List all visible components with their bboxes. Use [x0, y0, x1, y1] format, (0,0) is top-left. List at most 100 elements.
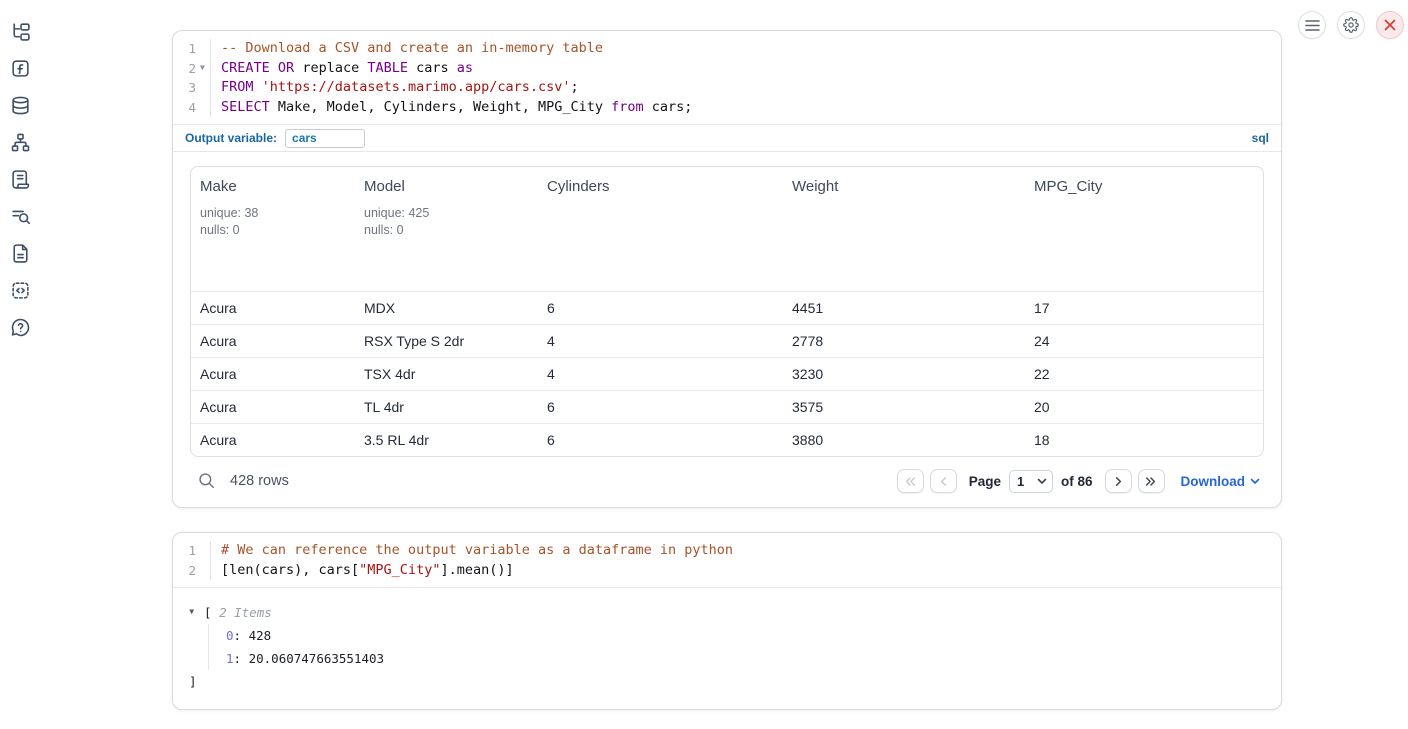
- code-line: 2[len(cars), cars["MPG_City"].mean()]: [173, 561, 1281, 581]
- table-cell: 22: [1025, 366, 1263, 382]
- output-variable-row: Output variable: sql: [173, 124, 1281, 151]
- column-stats: unique: 38nulls: 0: [200, 205, 355, 239]
- table-row: Acura3.5 RL 4dr6388018: [191, 423, 1263, 456]
- output-variable-input[interactable]: [285, 129, 365, 148]
- marimo-notebook-page: { "colors": { "hist_green": "#177a5c", "…: [0, 0, 1408, 729]
- datasources-icon[interactable]: [10, 94, 32, 116]
- column-header[interactable]: MPG_City: [1025, 167, 1263, 291]
- table-cell: 4: [538, 333, 783, 349]
- table-cell: Acura: [191, 366, 355, 382]
- page-select-value: 1: [1017, 474, 1024, 489]
- table-cell: Acura: [191, 399, 355, 415]
- result-tree: ▼[ 2 Items 0: 4281: 20.060747663551403 ]: [173, 588, 1281, 709]
- code-line: 2▼CREATE OR replace TABLE cars as: [173, 59, 1281, 79]
- table-cell: TL 4dr: [355, 399, 538, 415]
- notebook-action-buttons: [1298, 11, 1404, 39]
- column-name: Make: [200, 178, 355, 195]
- page-count-label: of 86: [1061, 474, 1093, 489]
- table-cell: 6: [538, 300, 783, 316]
- table-cell: Acura: [191, 300, 355, 316]
- file-tree-icon[interactable]: [10, 20, 32, 42]
- helper-panel-sidebar: [10, 20, 36, 338]
- tree-entry: 1: 20.060747663551403: [226, 647, 1265, 670]
- code-line: 1# We can reference the output variable …: [173, 541, 1281, 561]
- line-number: 1: [188, 39, 196, 59]
- table-cell: Acura: [191, 333, 355, 349]
- first-page-button[interactable]: [897, 469, 924, 493]
- variables-icon[interactable]: [10, 57, 32, 79]
- help-icon[interactable]: [10, 316, 32, 338]
- table-row: AcuraRSX Type S 2dr4277824: [191, 324, 1263, 357]
- documentation-icon[interactable]: [10, 242, 32, 264]
- dependency-graph-icon[interactable]: [10, 131, 32, 153]
- chevron-down-icon: [1250, 478, 1260, 485]
- table-body: AcuraMDX6445117AcuraRSX Type S 2dr427782…: [191, 291, 1263, 456]
- page-label: Page: [969, 474, 1001, 489]
- column-header[interactable]: Weight: [783, 167, 1025, 291]
- settings-gear-icon[interactable]: [1337, 11, 1365, 39]
- language-badge: sql: [1252, 131, 1269, 145]
- close-bracket: ]: [189, 670, 1265, 693]
- output-variable-label: Output variable:: [185, 131, 277, 145]
- tree-entry-value: 428: [249, 628, 272, 643]
- chevron-down-icon: [1037, 478, 1047, 485]
- fold-chevron-icon[interactable]: ▼: [198, 60, 208, 78]
- table-cell: Acura: [191, 432, 355, 448]
- tree-entry: 0: 428: [226, 624, 1265, 647]
- table-cell: MDX: [355, 300, 538, 316]
- code-line: 3FROM 'https://datasets.marimo.app/cars.…: [173, 78, 1281, 98]
- python-cell-output: ▼[ 2 Items 0: 4281: 20.060747663551403 ]: [173, 587, 1281, 709]
- table-cell: 18: [1025, 432, 1263, 448]
- table-row: AcuraTSX 4dr4323022: [191, 357, 1263, 390]
- data-table: Make unique: 38nulls: 0Modelunique: 425nu…: [190, 166, 1264, 457]
- python-code-editor[interactable]: 1# We can reference the output variable …: [173, 533, 1281, 587]
- line-number: 1: [188, 541, 196, 561]
- table-cell: 17: [1025, 300, 1263, 316]
- table-cell: 3230: [783, 366, 1025, 382]
- column-header[interactable]: Modelunique: 425nulls: 0: [355, 167, 538, 291]
- line-number: 2: [188, 59, 196, 79]
- search-icon[interactable]: [196, 471, 216, 491]
- table-cell: 6: [538, 432, 783, 448]
- table-row: AcuraMDX6445117: [191, 291, 1263, 324]
- table-cell: 3.5 RL 4dr: [355, 432, 538, 448]
- python-cell: 1# We can reference the output variable …: [172, 532, 1282, 710]
- line-number: 4: [188, 98, 196, 118]
- pagination: Page 1 of 86 Download: [897, 469, 1260, 493]
- column-header[interactable]: Make unique: 38nulls: 0: [191, 167, 355, 291]
- shutdown-close-icon[interactable]: [1376, 11, 1404, 39]
- line-number: 3: [188, 78, 196, 98]
- tree-entry-key: 0: [226, 628, 234, 643]
- column-header[interactable]: Cylinders: [538, 167, 783, 291]
- last-page-button[interactable]: [1138, 469, 1165, 493]
- next-page-button[interactable]: [1105, 469, 1132, 493]
- open-bracket: [: [204, 605, 212, 620]
- table-cell: 6: [538, 399, 783, 415]
- code-line: 1-- Download a CSV and create an in-memo…: [173, 39, 1281, 59]
- column-stats: unique: 425nulls: 0: [364, 205, 538, 239]
- download-button[interactable]: Download: [1181, 474, 1261, 489]
- download-label: Download: [1181, 474, 1246, 489]
- scratchpad-search-icon[interactable]: [10, 205, 32, 227]
- sql-code-editor[interactable]: 1-- Download a CSV and create an in-memo…: [173, 31, 1281, 124]
- table-cell: 2778: [783, 333, 1025, 349]
- table-cell: 4451: [783, 300, 1025, 316]
- tree-entry-value: 20.060747663551403: [249, 651, 384, 666]
- logs-icon[interactable]: [10, 168, 32, 190]
- code-line: 4SELECT Make, Model, Cylinders, Weight, …: [173, 98, 1281, 118]
- tree-entry-key: 1: [226, 651, 234, 666]
- table-row: AcuraTL 4dr6357520: [191, 390, 1263, 423]
- collapse-caret-icon[interactable]: ▼: [189, 602, 194, 623]
- table-footer: 428 rows Page 1 of 86: [190, 467, 1264, 495]
- table-cell: 20: [1025, 399, 1263, 415]
- previous-page-button[interactable]: [930, 469, 957, 493]
- snippets-icon[interactable]: [10, 279, 32, 301]
- table-header-row: Make unique: 38nulls: 0Modelunique: 425nu…: [191, 167, 1263, 291]
- menu-icon[interactable]: [1298, 11, 1326, 39]
- table-cell: 3880: [783, 432, 1025, 448]
- sql-cell: 1-- Download a CSV and create an in-memo…: [172, 30, 1282, 508]
- tree-entries: 0: 4281: 20.060747663551403: [208, 624, 1265, 670]
- table-cell: 24: [1025, 333, 1263, 349]
- row-count: 428 rows: [230, 473, 289, 489]
- page-select[interactable]: 1: [1009, 470, 1053, 493]
